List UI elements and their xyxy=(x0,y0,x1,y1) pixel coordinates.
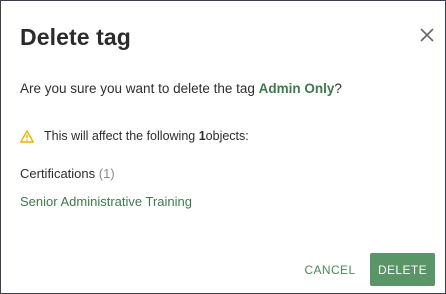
dialog-title: Delete tag xyxy=(20,24,131,50)
warning-prefix: This will affect the following xyxy=(44,129,196,143)
affected-item-link[interactable]: Senior Administrative Training xyxy=(20,194,192,209)
delete-button[interactable]: DELETE xyxy=(370,253,435,286)
close-icon[interactable] xyxy=(419,27,435,43)
question-prefix: Are you sure you want to delete the tag xyxy=(20,81,259,96)
affected-count: 1 xyxy=(198,129,206,143)
confirm-question: Are you sure you want to delete the tag … xyxy=(20,81,342,96)
warning-message: This will affect the following 1 objects… xyxy=(20,129,249,143)
affected-category: Certifications (1) xyxy=(20,166,115,181)
cancel-button[interactable]: CANCEL xyxy=(301,255,359,285)
delete-tag-dialog: Delete tag Are you sure you want to dele… xyxy=(0,0,446,294)
category-label: Certifications xyxy=(20,166,96,181)
question-suffix: ? xyxy=(334,81,342,96)
warning-suffix: objects: xyxy=(205,129,249,143)
tag-name: Admin Only xyxy=(258,81,335,96)
category-count: (1) xyxy=(98,166,115,181)
warning-icon xyxy=(20,129,34,143)
